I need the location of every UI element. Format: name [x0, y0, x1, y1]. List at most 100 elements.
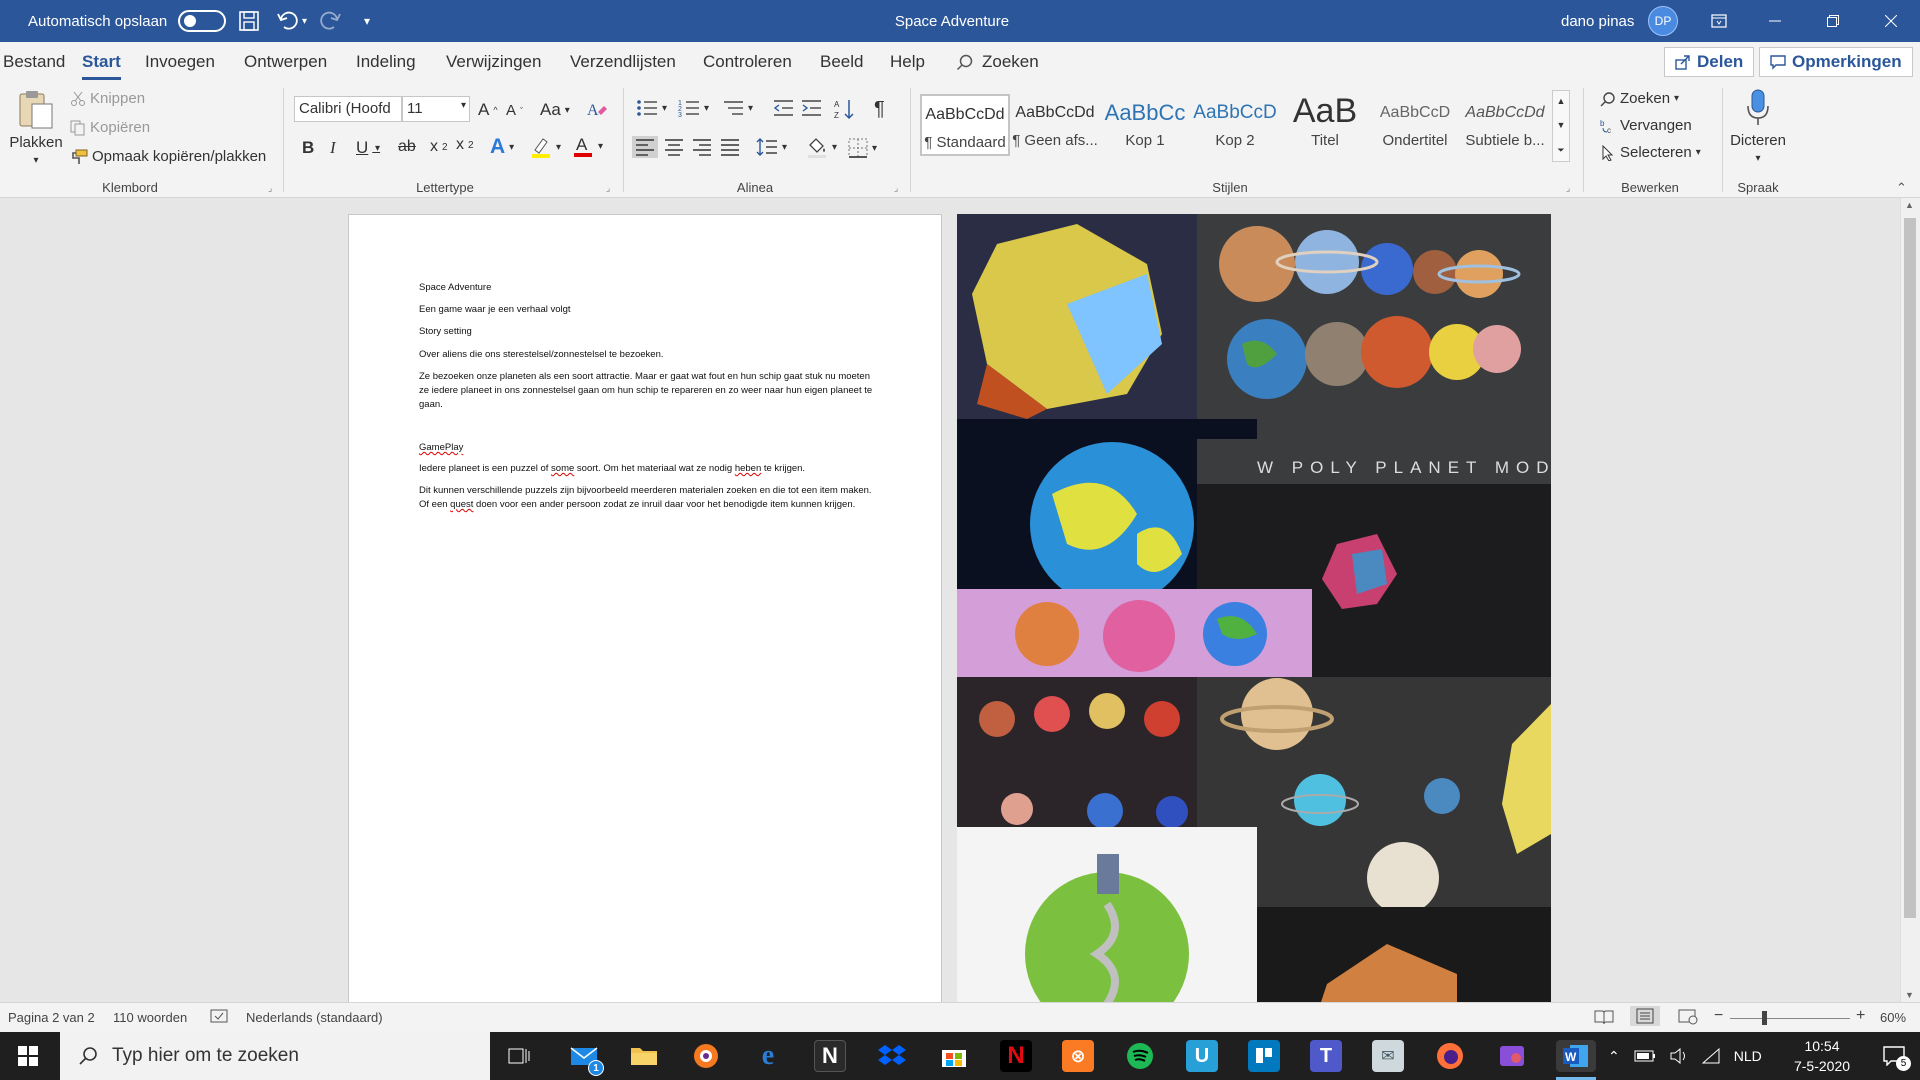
doc-line[interactable]: Over aliens die ons sterestelsel/zonnest… [419, 348, 879, 362]
doc-line[interactable]: Space Adventure [419, 281, 879, 295]
highlight-color-button[interactable]: ▾ [530, 136, 561, 158]
avast-icon[interactable] [690, 1040, 722, 1072]
trello-icon[interactable] [1248, 1040, 1280, 1072]
zoom-slider-track[interactable] [1730, 1018, 1850, 1019]
underline-button[interactable]: U ▾ [356, 138, 380, 158]
print-layout-icon[interactable] [1630, 1006, 1660, 1026]
style-subtiele-benadrukking[interactable]: AaBbCcDd Subtiele b... [1460, 94, 1550, 156]
spotify-icon[interactable] [1124, 1040, 1156, 1072]
replace-button[interactable]: bc Vervangen [1600, 117, 1692, 134]
style-kop-2[interactable]: AaBbCcD Kop 2 [1190, 94, 1280, 156]
find-button[interactable]: Zoeken ▾ [1600, 90, 1679, 107]
minimize-icon[interactable] [1752, 0, 1798, 42]
avatar[interactable]: DP [1648, 0, 1678, 42]
spelling-error[interactable]: heben [735, 463, 761, 474]
document-page[interactable]: Space Adventure Een game waar je een ver… [348, 214, 942, 1002]
close-icon[interactable] [1868, 0, 1914, 42]
input-language[interactable]: NLD [1734, 1048, 1762, 1064]
format-painter-button[interactable]: Opmaak kopiëren/plakken [70, 148, 266, 165]
tab-layout[interactable]: Indeling [356, 42, 416, 82]
vertical-scrollbar[interactable]: ▲ ▼ [1900, 198, 1920, 1002]
bullets-button[interactable]: ▾ [636, 98, 667, 118]
wifi-icon[interactable] [1701, 1048, 1720, 1064]
task-view-icon[interactable] [503, 1040, 535, 1072]
language-status[interactable]: Nederlands (standaard) [246, 1010, 383, 1025]
multilevel-list-button[interactable]: ▾ [722, 98, 753, 118]
style-titel[interactable]: AaB Titel [1280, 94, 1370, 156]
strikethrough-button[interactable]: ab [398, 138, 416, 156]
ribbon-display-options-icon[interactable] [1696, 0, 1742, 42]
snip-sketch-icon[interactable] [1496, 1040, 1528, 1072]
web-layout-icon[interactable] [1678, 1009, 1698, 1025]
numbering-button[interactable]: 123 ▾ [678, 98, 709, 118]
sort-button[interactable]: AZ [834, 98, 856, 120]
decrease-indent-button[interactable] [772, 98, 794, 118]
font-launcher-icon[interactable]: ⌟ [606, 183, 610, 194]
scroll-up-icon[interactable]: ▲ [1905, 200, 1914, 210]
dictate-button[interactable]: Dicteren ▾ [1728, 88, 1788, 164]
undo-dropdown-icon[interactable]: ▾ [302, 0, 307, 42]
teams-icon[interactable]: T [1310, 1040, 1342, 1072]
user-name[interactable]: dano pinas [1561, 0, 1634, 42]
page-count[interactable]: Pagina 2 van 2 [8, 1010, 95, 1025]
xampp-icon[interactable]: ⊗ [1062, 1040, 1094, 1072]
undo-icon[interactable] [276, 0, 302, 42]
cut-button[interactable]: Knippen [70, 90, 145, 107]
image-collage-page[interactable]: W POLY PLANET MODELS [957, 214, 1551, 1002]
more-styles-icon[interactable]: ⏷ [1557, 145, 1564, 156]
font-size-combo[interactable]: 11 ▾ [402, 96, 470, 122]
gameplay-paragraph-2[interactable]: Dit kunnen verschillende puzzels zijn bi… [419, 484, 879, 512]
zoom-out-button[interactable]: − [1714, 1007, 1723, 1025]
clear-formatting-button[interactable]: A [586, 98, 608, 120]
increase-indent-button[interactable] [800, 98, 822, 118]
customize-toolbar-icon[interactable]: ▾ [364, 0, 370, 42]
font-name-combo[interactable]: Calibri (Hoofd [294, 96, 402, 122]
select-button[interactable]: Selecteren ▾ [1600, 144, 1701, 161]
tab-design[interactable]: Ontwerpen [244, 42, 327, 82]
notion-icon[interactable]: N [814, 1040, 846, 1072]
style-kop-1[interactable]: AaBbCc Kop 1 [1100, 94, 1190, 156]
tab-help[interactable]: Help [890, 42, 925, 82]
taskbar-search-box[interactable]: Typ hier om te zoeken [60, 1032, 490, 1080]
tell-me-search[interactable]: Zoeken [956, 42, 1039, 82]
gameplay-paragraph-1[interactable]: Iedere planeet is een puzzel of some soo… [419, 462, 879, 476]
paragraph-launcher-icon[interactable]: ⌟ [894, 183, 898, 194]
battery-icon[interactable] [1634, 1050, 1656, 1062]
style-geen-afstand[interactable]: AaBbCcDd ¶ Geen afs... [1010, 94, 1100, 156]
styles-launcher-icon[interactable]: ⌟ [1566, 183, 1570, 194]
show-formatting-marks-button[interactable]: ¶ [874, 98, 885, 121]
action-center-icon[interactable]: 5 [1874, 1032, 1914, 1080]
doc-line[interactable]: Story setting [419, 325, 879, 339]
italic-button[interactable]: I [330, 138, 336, 158]
word-taskbar-icon[interactable]: W [1556, 1040, 1596, 1072]
subscript-button[interactable]: x2 [430, 138, 448, 156]
store-icon[interactable] [938, 1040, 970, 1072]
line-spacing-button[interactable]: ▾ [756, 138, 787, 156]
align-right-button[interactable] [692, 138, 712, 156]
share-button[interactable]: Delen [1664, 47, 1755, 77]
proofing-icon[interactable] [210, 1009, 228, 1025]
chevron-down-icon[interactable]: ▼ [1557, 120, 1566, 130]
dropbox-icon[interactable] [876, 1040, 908, 1072]
tab-view[interactable]: Beeld [820, 42, 863, 82]
netflix-icon[interactable]: N [1000, 1040, 1032, 1072]
gameplay-heading[interactable]: GamePlay [419, 441, 879, 455]
shading-button[interactable]: ▾ [806, 136, 837, 158]
unity-hub-icon[interactable]: U [1186, 1040, 1218, 1072]
paste-dropdown-icon[interactable]: ▾ [33, 155, 38, 166]
scrollbar-thumb[interactable] [1904, 218, 1916, 918]
align-center-button[interactable] [664, 138, 684, 156]
shrink-font-button[interactable]: Aˇ [506, 102, 523, 119]
mail-icon[interactable]: 1 [568, 1040, 604, 1076]
bold-button[interactable]: B [302, 138, 314, 158]
justify-button[interactable] [720, 138, 740, 156]
change-case-button[interactable]: Aa ▾ [540, 100, 570, 120]
chevron-up-icon[interactable]: ▲ [1557, 96, 1566, 106]
show-hidden-icons-icon[interactable]: ⌃ [1608, 1048, 1620, 1065]
doc-paragraph[interactable]: Ze bezoeken onze planeten als een soort … [419, 370, 879, 412]
comments-button[interactable]: Opmerkingen [1759, 47, 1913, 77]
restore-icon[interactable] [1810, 0, 1856, 42]
clock[interactable]: 10:54 7-5-2020 [1772, 1032, 1872, 1080]
firefox-icon[interactable] [1434, 1040, 1466, 1072]
zoom-level[interactable]: 60% [1880, 1010, 1906, 1025]
